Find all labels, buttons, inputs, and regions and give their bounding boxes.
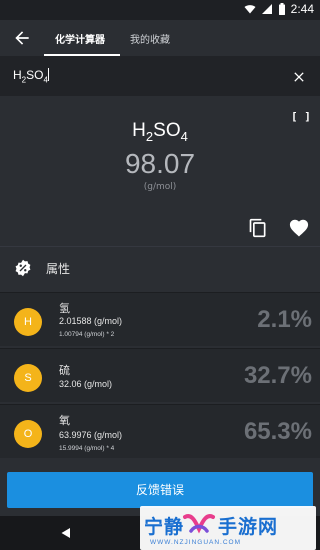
molar-mass-value: 98.07	[124, 148, 196, 179]
text-caret	[47, 68, 49, 81]
watermark-logo-icon	[183, 514, 215, 534]
nav-back-icon[interactable]	[60, 527, 72, 539]
formula-input[interactable]: H2SO4	[13, 68, 49, 84]
element-percent: 2.1%	[257, 306, 312, 333]
element-mass-detail: 15.9994 (g/mol) * 4	[59, 445, 115, 452]
element-row-h: H 氢 2.01588 (g/mol) 1.00794 (g/mol) * 2 …	[0, 292, 320, 346]
element-percent: 32.7%	[243, 362, 312, 389]
battery-icon	[278, 3, 285, 15]
watermark-url: WWW.NZJINGUAN.COM	[150, 539, 242, 546]
molar-mass-unit: (g/mol)	[143, 182, 177, 192]
element-mass: 2.01588 (g/mol)	[59, 316, 123, 326]
signal-icon	[261, 4, 272, 14]
app-bar: 化学计算器 我的收藏	[0, 20, 320, 56]
result-formula: H2SO4	[132, 120, 188, 144]
watermark-text-left: 宁静	[144, 516, 185, 538]
status-time: 2:44	[290, 2, 314, 16]
watermark: 宁静 手游网 WWW.NZJINGUAN.COM	[140, 506, 316, 550]
element-symbol-badge: H	[14, 308, 42, 336]
watermark-text-right: 手游网	[218, 516, 279, 538]
element-name: 硫	[59, 364, 70, 377]
element-percent: 65.3%	[243, 418, 312, 445]
element-name: 氧	[59, 414, 70, 427]
tab-my-favorites[interactable]: 我的收藏	[130, 31, 170, 46]
element-mass: 32.06 (g/mol)	[59, 379, 113, 389]
element-row-s: S 硫 32.06 (g/mol) 32.7%	[0, 348, 320, 402]
element-mass: 63.9976 (g/mol)	[59, 430, 123, 440]
badge-percent-icon	[15, 259, 31, 277]
tab-chemistry-calculator[interactable]: 化学计算器	[55, 31, 105, 46]
copy-icon[interactable]	[248, 218, 268, 238]
report-error-button[interactable]: 反馈错误	[7, 472, 313, 508]
element-row-o: O 氧 63.9976 (g/mol) 15.9994 (g/mol) * 4 …	[0, 404, 320, 458]
wifi-icon	[244, 5, 256, 14]
heart-icon[interactable]	[288, 217, 310, 237]
properties-header: 属性	[0, 246, 320, 286]
formula-input-row: H2SO4	[0, 56, 320, 96]
element-mass-detail: 1.00794 (g/mol) * 2	[59, 331, 115, 338]
status-icons: 2:44	[244, 2, 314, 16]
element-symbol-badge: O	[14, 420, 42, 448]
arrow-left-icon[interactable]	[12, 28, 32, 48]
element-symbol-badge: S	[14, 364, 42, 392]
element-name: 氢	[59, 302, 70, 315]
result-panel: [ ] H2SO4 98.07 (g/mol)	[0, 96, 320, 246]
close-icon[interactable]	[291, 69, 307, 85]
properties-title: 属性	[46, 262, 71, 276]
status-bar: 2:44	[0, 0, 320, 20]
